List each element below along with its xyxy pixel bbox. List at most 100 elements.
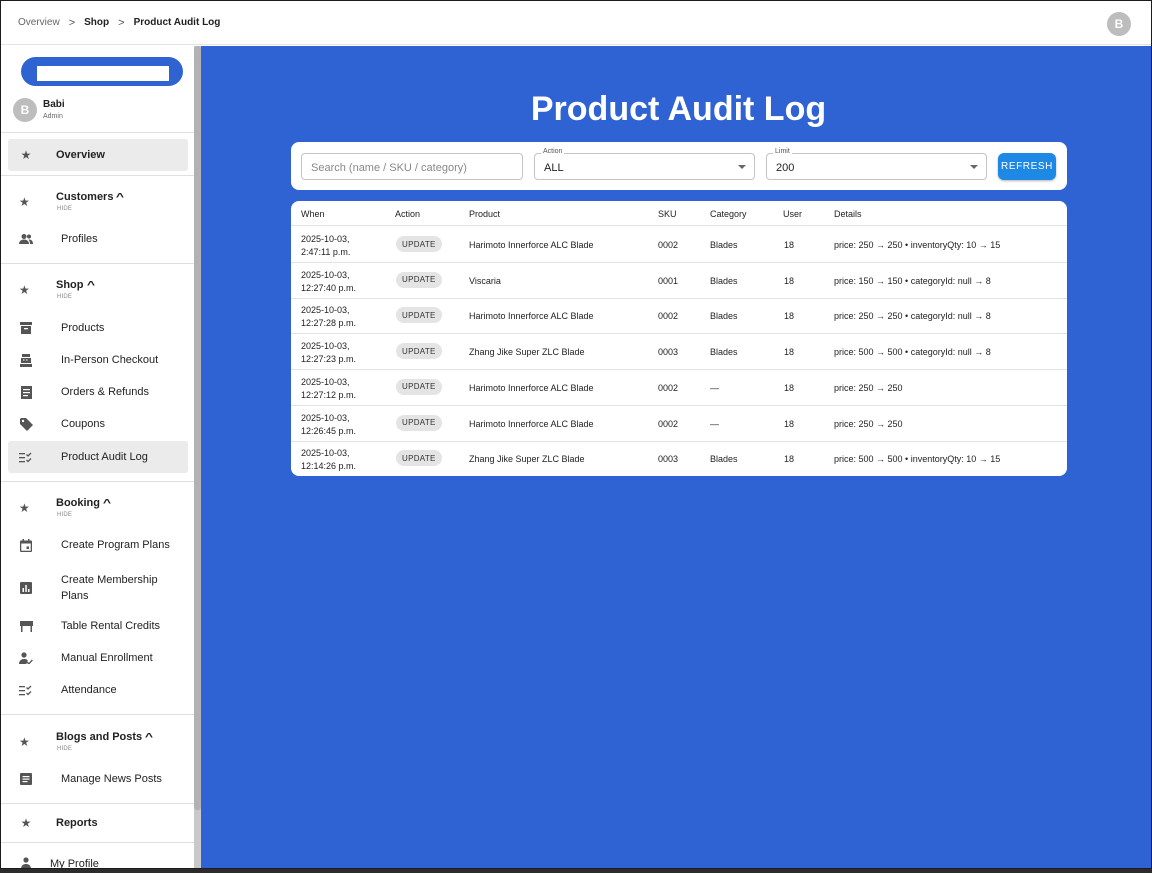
cell-date: 2025-10-03,: [301, 269, 350, 280]
scrollbar-thumb[interactable]: [194, 46, 201, 810]
sidebar-item-label: In-Person Checkout: [61, 354, 159, 366]
cell-time: 12:27:40 p.m.: [301, 282, 357, 293]
cell-details: price: 500 → 500 • categoryId: null → 8: [834, 347, 991, 358]
cell-details: price: 250 → 250 • inventoryQty: 10 → 15: [834, 240, 1001, 250]
user-name: Babi: [43, 98, 65, 110]
sidebar-search-pill[interactable]: [21, 57, 183, 86]
cell-date: 2025-10-03,: [301, 448, 350, 459]
column-header-product: Product: [469, 209, 501, 219]
cell-product: Harimoto Innerforce ALC Blade: [469, 311, 594, 322]
sidebar-scrollbar[interactable]: [194, 46, 201, 868]
star-icon: ★: [20, 148, 32, 162]
sidebar-item-coupons[interactable]: Coupons: [1, 408, 194, 440]
section-shop[interactable]: ★ Shop ^ HIDE: [1, 279, 194, 303]
chevron-up-icon[interactable]: ^: [145, 732, 153, 743]
table-row[interactable]: 2025-10-03, 12:14:26 p.m. UPDATE Zhang Jike…: [291, 441, 1067, 476]
table-row[interactable]: 2025-10-03, 12:27:23 p.m. UPDATE Zhang Jike…: [291, 334, 1067, 371]
sidebar-item-in-person-checkout[interactable]: In-Person Checkout: [1, 344, 194, 376]
cell-product: Zhang Jike Super ZLC Blade: [469, 454, 585, 465]
cell-user: 18: [784, 454, 795, 465]
main-content: Product Audit Log Search (name / SKU / c…: [201, 46, 1151, 868]
table-icon: [19, 619, 33, 633]
limit-select[interactable]: Limit 200: [766, 148, 987, 180]
dropdown-arrow-icon: [970, 165, 978, 169]
article-icon: [19, 772, 33, 786]
cell-sku: 0003: [658, 347, 679, 358]
cell-time: 12:27:28 p.m.: [301, 318, 357, 329]
column-header-category: Category: [710, 209, 747, 219]
cell-when: 2025-10-03, 12:27:23 p.m.: [301, 340, 381, 366]
column-header-sku: SKU: [658, 209, 677, 219]
cell-time: 2:47:11 p.m.: [301, 247, 351, 257]
account-avatar[interactable]: B: [1107, 12, 1131, 36]
cell-sku: 0001: [658, 275, 679, 286]
breadcrumb-overview[interactable]: Overview: [18, 17, 60, 28]
table-row[interactable]: 2025-10-03, 2:47:11 p.m. UPDATE Harimoto In…: [291, 227, 1067, 263]
section-blogs-and-posts[interactable]: ★ Blogs and Posts ^ HIDE: [1, 731, 194, 755]
cell-category: Blades: [710, 275, 738, 286]
sidebar-search-input[interactable]: [37, 66, 169, 81]
action-value: ALL: [544, 162, 564, 174]
hide-toggle[interactable]: HIDE: [57, 512, 72, 518]
section-title-text: Blogs and Posts: [56, 731, 143, 743]
cell-sku: 0002: [658, 240, 679, 250]
search-input[interactable]: Search (name / SKU / category): [301, 153, 523, 180]
divider: [1, 132, 194, 133]
user-profile: B Babi Admin: [13, 96, 65, 124]
sidebar-item-reports[interactable]: ★ Reports: [1, 807, 194, 839]
breadcrumb-current: Product Audit Log: [133, 17, 221, 28]
action-chip: UPDATE: [396, 271, 442, 288]
column-header-action: Action: [395, 209, 421, 219]
section-customers[interactable]: ★ Customers ^ HIDE: [1, 191, 194, 215]
divider: [1, 263, 194, 264]
cell-date: 2025-10-03,: [301, 234, 350, 244]
sidebar-item-profiles[interactable]: Profiles: [1, 223, 194, 255]
cell-category: Blades: [710, 347, 738, 358]
sidebar-item-create-program-plans[interactable]: Create Program Plans: [1, 529, 194, 561]
action-chip: UPDATE: [396, 343, 442, 360]
refresh-button[interactable]: REFRESH: [998, 153, 1056, 180]
sidebar-item-orders-refunds[interactable]: Orders & Refunds: [1, 376, 194, 408]
section-title-text: Shop: [56, 279, 84, 291]
table-row[interactable]: 2025-10-03, 12:26:45 p.m. UPDATE Harimoto I…: [291, 406, 1067, 442]
sidebar-item-create-membership-plans[interactable]: Create Membership Plans: [1, 568, 194, 608]
cell-when: 2025-10-03, 12:27:28 p.m.: [301, 304, 381, 330]
hide-toggle[interactable]: HIDE: [57, 294, 72, 300]
cell-details: price: 250 → 250: [834, 418, 903, 429]
sidebar-item-label: Manual Enrollment: [61, 652, 153, 664]
breadcrumb-shop[interactable]: Shop: [84, 17, 109, 28]
table-row[interactable]: 2025-10-03, 12:27:12 p.m. UPDATE Harimoto I…: [291, 370, 1067, 406]
sidebar-item-manage-news-posts[interactable]: Manage News Posts: [1, 763, 194, 795]
sidebar-item-label: Create Program Plans: [61, 539, 170, 551]
receipt-icon: [19, 385, 33, 399]
chevron-up-icon[interactable]: ^: [116, 192, 124, 203]
sidebar-item-table-rental-credits[interactable]: Table Rental Credits: [1, 610, 194, 642]
table-row[interactable]: 2025-10-03, 12:27:28 p.m. UPDATE Harimoto I…: [291, 298, 1067, 335]
hide-toggle[interactable]: HIDE: [57, 206, 72, 212]
top-bar: Overview > Shop > Product Audit Log B: [1, 1, 1151, 45]
divider: [1, 175, 194, 176]
table-row[interactable]: 2025-10-03, 12:27:40 p.m. UPDATE Viscaria 00…: [291, 263, 1067, 299]
sidebar-item-product-audit-log[interactable]: Product Audit Log: [1, 441, 194, 473]
section-booking[interactable]: ★ Booking ^ HIDE: [1, 497, 194, 521]
sidebar-item-products[interactable]: Products: [1, 312, 194, 344]
chevron-up-icon[interactable]: ^: [86, 280, 94, 291]
sidebar-item-overview[interactable]: ★ Overview: [1, 139, 194, 171]
breadcrumb: Overview > Shop > Product Audit Log: [18, 17, 220, 29]
checklist-icon: [19, 683, 33, 697]
cell-product: Zhang Jike Super ZLC Blade: [469, 347, 585, 358]
sidebar-item-manual-enrollment[interactable]: Manual Enrollment: [1, 642, 194, 674]
action-select[interactable]: Action ALL: [534, 148, 755, 180]
cell-details: price: 250 → 250 • categoryId: null → 8: [834, 311, 991, 322]
sidebar-item-label: Coupons: [61, 418, 106, 430]
sidebar-item-attendance[interactable]: Attendance: [1, 674, 194, 706]
sidebar-item-label: Reports: [56, 817, 98, 829]
sidebar: B Babi Admin ★ Overview ★ Customers ^ HID…: [1, 46, 194, 868]
cell-when: 2025-10-03, 12:27:12 p.m.: [301, 376, 381, 402]
bar-chart-icon: [19, 581, 33, 595]
sidebar-item-label: Create Membership Plans: [61, 574, 158, 602]
hide-toggle[interactable]: HIDE: [57, 746, 72, 752]
cell-when: 2025-10-03, 12:27:40 p.m.: [301, 269, 381, 295]
chevron-up-icon[interactable]: ^: [103, 498, 111, 509]
sidebar-item-my-profile[interactable]: My Profile: [1, 854, 194, 868]
